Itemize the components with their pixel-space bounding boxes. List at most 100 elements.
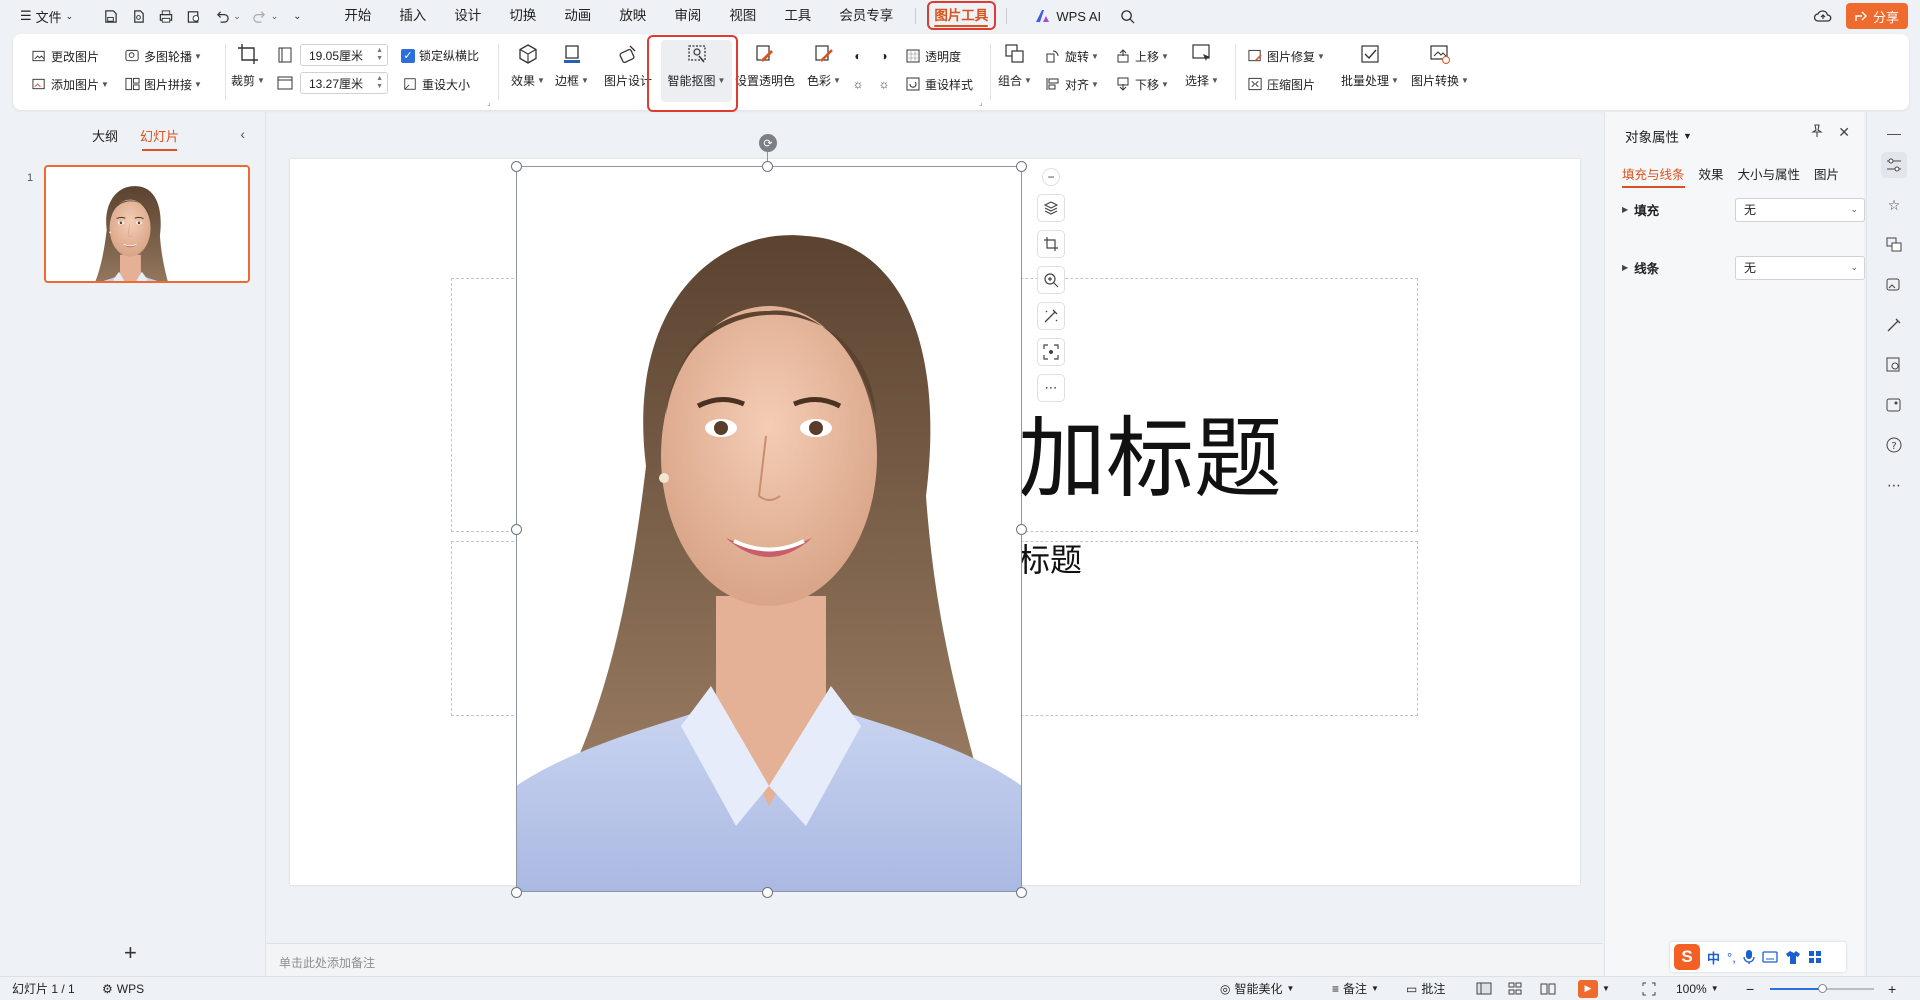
zoom-slider[interactable] (1770, 984, 1874, 993)
fill-section[interactable]: ▶ 填充 无 ⌄ (1622, 197, 1865, 222)
tab-view[interactable]: 视图 (715, 4, 770, 28)
resize-handle-right[interactable] (1016, 524, 1027, 535)
shapes-icon[interactable] (1881, 232, 1907, 258)
keyboard-icon[interactable] (1762, 951, 1778, 963)
export-pdf-icon[interactable] (125, 4, 151, 28)
undo-icon[interactable] (209, 4, 235, 28)
effects-button[interactable]: 效果 ▼ (511, 40, 545, 89)
tab-design[interactable]: 设计 (440, 4, 495, 28)
print-preview-icon[interactable] (181, 4, 207, 28)
tab-transition[interactable]: 切换 (495, 4, 550, 28)
resize-handle-top-left[interactable] (511, 161, 522, 172)
smart-beautify-button[interactable]: ◎ 智能美化 ▼ (1220, 980, 1294, 997)
reading-view-icon[interactable] (1540, 982, 1556, 995)
tab-fill-and-line[interactable]: 填充与线条 (1622, 164, 1685, 188)
tab-insert[interactable]: 插入 (385, 4, 440, 28)
compress-picture-button[interactable]: 压缩图片 (1246, 75, 1315, 93)
transparency-button[interactable]: 透明度 (904, 47, 961, 65)
spinner-arrows-icon[interactable]: ▲ ▼ (376, 47, 383, 63)
tools-icon[interactable] (1881, 312, 1907, 338)
image-edit-icon[interactable] (1881, 272, 1907, 298)
tab-animation[interactable]: 动画 (550, 4, 605, 28)
crop-icon[interactable] (1037, 230, 1065, 258)
line-section[interactable]: ▶ 线条 无 ⌄ (1622, 255, 1865, 280)
resize-handle-top-right[interactable] (1016, 161, 1027, 172)
rotate-button[interactable]: 旋转 ▼ (1044, 47, 1099, 65)
width-field[interactable]: 19.05厘米 ▲ ▼ (300, 44, 388, 66)
multi-outline-button[interactable]: 多图轮播 ▼ (123, 47, 202, 65)
resize-handle-left[interactable] (511, 524, 522, 535)
align-button[interactable]: 对齐 ▼ (1044, 75, 1099, 93)
zoom-out-icon[interactable]: − (1746, 981, 1754, 997)
resize-handle-bottom[interactable] (762, 887, 773, 898)
zoom-in-icon[interactable] (1037, 266, 1065, 294)
tab-slides[interactable]: 幻灯片 (140, 126, 179, 151)
more-icon[interactable]: ⋯ (1881, 472, 1907, 498)
tab-picture[interactable]: 图片 (1814, 164, 1839, 183)
more-icon[interactable]: ⋯ (1037, 374, 1065, 402)
slide-thumbnail[interactable] (44, 165, 250, 283)
brightness-up-button[interactable]: ◐ (849, 47, 870, 65)
star-icon[interactable]: ☆ (1881, 192, 1907, 218)
contrast-up-button[interactable]: ◑ (875, 47, 896, 65)
lock-ratio-checkbox[interactable]: ✓ 锁定纵横比 (401, 47, 479, 64)
border-button[interactable]: 边框 ▼ (555, 40, 589, 89)
properties-sliders-icon[interactable] (1881, 152, 1907, 178)
picture-convert-button[interactable]: 图片转换 ▼ (1411, 40, 1469, 89)
redo-icon[interactable] (247, 4, 273, 28)
search-icon[interactable] (1115, 4, 1139, 28)
layers-icon[interactable] (1037, 194, 1065, 222)
wps-ai-button[interactable]: WPS AI (1035, 9, 1101, 24)
zoom-in-icon[interactable]: + (1888, 981, 1896, 997)
file-menu[interactable]: ☰ 文件 ⌄ (14, 4, 79, 28)
print-icon[interactable] (153, 4, 179, 28)
undo-dropdown-icon[interactable]: ⌄ (233, 11, 241, 22)
batch-process-button[interactable]: 批量处理 ▼ (1341, 40, 1399, 89)
tab-tools[interactable]: 工具 (770, 4, 825, 28)
zoom-slider-thumb[interactable] (1817, 984, 1827, 993)
redo-dropdown-icon[interactable]: ⌄ (271, 11, 279, 22)
normal-view-icon[interactable] (1476, 982, 1492, 995)
smart-select-icon[interactable] (1037, 338, 1065, 366)
toolbox-icon[interactable] (1808, 950, 1822, 964)
punctuation-icon[interactable]: °, (1727, 950, 1736, 965)
picture-design-button[interactable]: 图片设计 (604, 40, 652, 89)
slide-title-text[interactable]: 加标题 (1018, 415, 1282, 503)
add-slide-button[interactable]: + (124, 940, 137, 966)
object-properties-title[interactable]: 对象属性 ▼ (1625, 126, 1692, 146)
ime-logo[interactable]: S (1674, 944, 1700, 970)
shirt-image-icon[interactable] (1881, 392, 1907, 418)
picture-repair-button[interactable]: 图片修复 ▼ (1246, 47, 1325, 65)
collapse-panel-icon[interactable]: ‹ (240, 126, 245, 142)
resize-handle-bottom-left[interactable] (511, 887, 522, 898)
fill-select[interactable]: 无 ⌄ (1735, 197, 1865, 222)
select-button[interactable]: 选择 ▼ (1185, 40, 1219, 89)
spinner-arrows-icon[interactable]: ▲ ▼ (376, 75, 383, 91)
tab-home[interactable]: 开始 (330, 4, 385, 28)
ime-language[interactable]: 中 (1707, 948, 1720, 967)
reset-style-button[interactable]: 重设样式 (904, 75, 973, 93)
picture-collage-button[interactable]: 图片拼接 ▼ (123, 75, 202, 93)
line-select[interactable]: 无 ⌄ (1735, 255, 1865, 280)
set-transparent-color-button[interactable]: 设置透明色 (735, 40, 795, 89)
collapse-toolbar-icon[interactable]: − (1042, 168, 1060, 186)
tab-size-properties[interactable]: 大小与属性 (1738, 164, 1801, 183)
notes-pane[interactable]: 单击此处添加备注 (267, 943, 1603, 976)
resize-handle-bottom-right[interactable] (1016, 887, 1027, 898)
smart-cutout-button[interactable]: 智能抠图 ▼ (661, 40, 732, 102)
zoom-level-button[interactable]: 100% ▼ (1676, 982, 1719, 996)
pin-icon[interactable] (1810, 124, 1824, 141)
save-icon[interactable] (97, 4, 123, 28)
bring-forward-button[interactable]: 上移 ▼ (1114, 47, 1169, 65)
tab-effects[interactable]: 效果 (1699, 164, 1724, 183)
play-slideshow-button[interactable]: ▶ ▼ (1578, 979, 1610, 998)
comments-button[interactable]: ▭ 批注 (1406, 980, 1445, 997)
color-button[interactable]: 色彩 ▼ (807, 40, 841, 89)
tab-slideshow[interactable]: 放映 (605, 4, 660, 28)
send-backward-button[interactable]: 下移 ▼ (1114, 75, 1169, 93)
tab-picture-tools[interactable]: 图片工具 (924, 4, 998, 28)
change-picture-button[interactable]: 更改图片 (30, 47, 99, 65)
brightness-down-button[interactable]: ☼ (849, 75, 870, 93)
close-icon[interactable]: ✕ (1838, 124, 1850, 141)
magic-tools-icon[interactable] (1037, 302, 1065, 330)
